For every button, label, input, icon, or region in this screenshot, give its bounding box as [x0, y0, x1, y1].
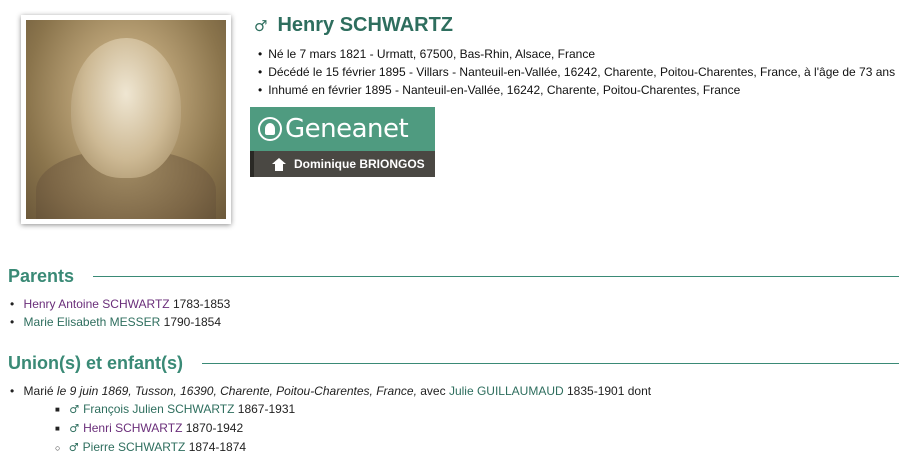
- child-item: ♂François Julien SCHWARTZ 1867-1931: [55, 400, 295, 419]
- male-icon: ♂: [254, 16, 268, 35]
- geneanet-badge[interactable]: Geneanet Dominique BRIONGOS: [250, 107, 435, 177]
- parents-list: Henry Antoine SCHWARTZ 1783-1853 Marie E…: [10, 295, 231, 331]
- portrait-photo: [21, 15, 231, 224]
- geneanet-logo[interactable]: Geneanet: [250, 107, 435, 151]
- owner-link[interactable]: Dominique BRIONGOS: [250, 151, 435, 177]
- parent-item: Marie Elisabeth MESSER 1790-1854: [10, 313, 230, 331]
- birth-fact: Né le 7 mars 1821 - Urmatt, 67500, Bas-R…: [258, 45, 895, 63]
- person-header: ♂ Henry SCHWARTZ: [254, 14, 453, 37]
- person-facts: Né le 7 mars 1821 - Urmatt, 67500, Bas-R…: [258, 45, 895, 99]
- home-icon: [272, 157, 286, 171]
- parent-link-father[interactable]: Henry Antoine SCHWARTZ: [24, 297, 170, 311]
- parent-item: Henry Antoine SCHWARTZ 1783-1853: [10, 295, 231, 313]
- parents-divider: [93, 276, 899, 277]
- male-icon: ♂: [68, 441, 79, 454]
- male-icon: ♂: [69, 403, 80, 416]
- child-link[interactable]: Pierre SCHWARTZ: [83, 440, 186, 454]
- parent-link-mother[interactable]: Marie Elisabeth MESSER: [24, 315, 161, 329]
- spouse-link[interactable]: Julie GUILLAUMAUD: [449, 384, 564, 398]
- geneanet-brand: Geneanet: [285, 114, 409, 144]
- children-list: ♂François Julien SCHWARTZ 1867-1931 ♂Hen…: [55, 400, 295, 457]
- portrait-image: [26, 20, 226, 219]
- male-icon: ♂: [69, 422, 80, 435]
- marriage-item: Marié le 9 juin 1869, Tusson, 16390, Cha…: [10, 382, 652, 400]
- unions-heading: Union(s) et enfant(s): [8, 353, 183, 373]
- burial-fact: Inhumé en février 1895 - Nanteuil-en-Val…: [258, 81, 895, 99]
- child-item: ♂Pierre SCHWARTZ 1874-1874: [55, 438, 295, 457]
- page-title: Henry SCHWARTZ: [277, 14, 454, 36]
- marriage-list: Marié le 9 juin 1869, Tusson, 16390, Cha…: [10, 382, 652, 400]
- parents-heading: Parents: [8, 266, 75, 286]
- child-link[interactable]: Henri SCHWARTZ: [83, 421, 182, 435]
- owner-name: Dominique BRIONGOS: [294, 157, 425, 171]
- death-fact: Décédé le 15 février 1895 - Villars - Na…: [258, 63, 895, 81]
- tree-icon: [258, 117, 282, 141]
- unions-divider: [202, 363, 899, 364]
- child-link[interactable]: François Julien SCHWARTZ: [83, 402, 234, 416]
- child-item: ♂Henri SCHWARTZ 1870-1942: [55, 419, 295, 438]
